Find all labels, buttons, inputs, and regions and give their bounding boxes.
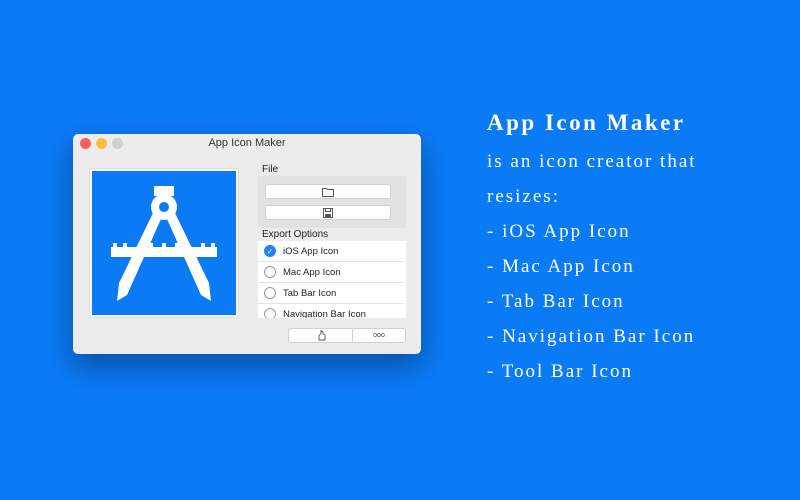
copy-line: resizes:: [487, 186, 560, 207]
copy-line: - Mac App Icon: [487, 256, 635, 277]
window-title: App Icon Maker: [208, 137, 286, 149]
minimize-button[interactable]: [96, 138, 107, 149]
icon-drop-well[interactable]: [89, 168, 239, 318]
folder-icon: [322, 187, 334, 197]
export-options-list: ✓ iOS App Icon Mac App Icon Tab Bar Icon …: [258, 241, 406, 318]
copy-line: - Tab Bar Icon: [487, 291, 625, 312]
option-label: Navigation Bar Icon: [283, 308, 366, 319]
copy-line: - Tool Bar Icon: [487, 361, 633, 382]
app-window: App Icon Maker File Export Options ✓ iOS…: [73, 134, 421, 354]
zoom-button[interactable]: [112, 138, 123, 149]
file-panel: [258, 176, 406, 228]
file-label: File: [262, 164, 279, 175]
radio-icon[interactable]: [264, 287, 276, 299]
share-hand-icon: [318, 330, 325, 341]
export-option-mac[interactable]: Mac App Icon: [258, 262, 404, 283]
export-option-ios[interactable]: ✓ iOS App Icon: [258, 241, 404, 262]
radio-icon[interactable]: [264, 308, 276, 318]
option-label: Tab Bar Icon: [283, 287, 337, 299]
floppy-disk-icon: [323, 207, 333, 218]
export-option-tabbar[interactable]: Tab Bar Icon: [258, 283, 404, 304]
copy-line: is an icon creator that: [487, 151, 697, 172]
compass-ruler-icon: [111, 186, 217, 301]
close-button[interactable]: [80, 138, 91, 149]
export-option-navbar[interactable]: Navigation Bar Icon: [258, 304, 404, 318]
marketing-copy: App Icon Maker is an icon creator that r…: [487, 110, 697, 389]
radio-icon[interactable]: [264, 266, 276, 278]
app-icon-preview: [92, 171, 236, 315]
option-label: Mac App Icon: [283, 266, 341, 278]
copy-line: - iOS App Icon: [487, 221, 631, 242]
export-options-label: Export Options: [262, 229, 329, 240]
save-button[interactable]: [265, 205, 391, 220]
headline: App Icon Maker: [487, 110, 686, 135]
more-button[interactable]: ooo: [352, 328, 406, 343]
open-button[interactable]: [265, 184, 391, 199]
copy-line: - Navigation Bar Icon: [487, 326, 696, 347]
radio-checked-icon[interactable]: ✓: [264, 245, 276, 257]
option-label: iOS App Icon: [283, 245, 339, 257]
share-button[interactable]: [288, 328, 355, 343]
